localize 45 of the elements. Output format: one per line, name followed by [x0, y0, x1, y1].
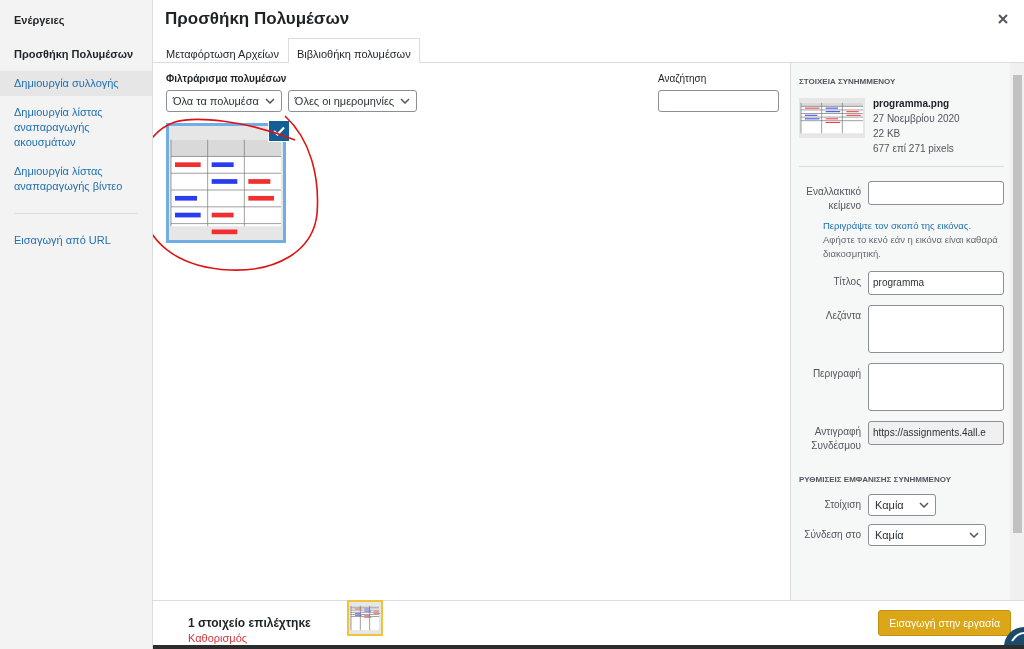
tab[interactable]: Μεταφόρτωση Αρχείων: [157, 38, 288, 63]
file-name: programma.png: [873, 98, 951, 109]
sidebar-heading: Ενέργειες: [13, 14, 66, 26]
field-label: Τίτλος: [832, 275, 861, 289]
help-text: Περιγράψτε τον σκοπό της εικόνας. Αφήστε το κενό εάν η εικόνα είναι καθαρά διακοσμητική.: [823, 219, 999, 261]
sidebar-item[interactable]: Δημιουργία λίστας αναπαραγωγής ακουσμάτων: [0, 100, 152, 155]
modal-title: Προσθήκη Πολυμέσων: [165, 9, 350, 29]
sidebar-item[interactable]: Εισαγωγή από URL: [0, 228, 152, 253]
date-select[interactable]: Όλες οι ημερομηνίες: [287, 90, 418, 112]
select-field[interactable]: Καμία: [868, 494, 936, 516]
search-label: Αναζήτηση: [658, 73, 708, 84]
selection-count: 1 στοιχείο επιλέχτηκε: [188, 616, 311, 630]
badge-icon[interactable]: [1002, 627, 1024, 645]
field-label: Εναλλακτικό κείμενο: [805, 185, 861, 213]
file-dimensions: 677 επί 271 pixels: [873, 143, 955, 154]
field-label: Στοίχιση: [823, 498, 861, 512]
sidebar-item[interactable]: Προσθήκη Πολυμέσων: [0, 42, 152, 67]
file-date: 27 Νοεμβρίου 2020: [873, 113, 960, 124]
sidebar-item[interactable]: Δημιουργία συλλογής: [0, 71, 152, 96]
chevron-icon: [969, 532, 979, 538]
field-label: Αντιγραφή Συνδέσμου: [810, 425, 861, 453]
check-icon[interactable]: [268, 120, 290, 142]
text-area[interactable]: [868, 363, 1004, 411]
scroll-bar[interactable]: [1012, 75, 1022, 533]
section-heading: ΣΤΟΙΧΕΙΑ ΣΥΝΗΜΜΕΝΟΥ: [799, 77, 897, 86]
field-label: Σύνδεση στο: [803, 528, 861, 542]
field-label: Περιγραφή: [811, 367, 861, 381]
clear-link[interactable]: Καθορισμός: [188, 632, 311, 644]
section-heading: ΡΥΘΜΙΣΕΙΣ ΕΜΦΑΝΙΣΗΣ ΣΥΝΗΜΜΕΝΟΥ: [799, 475, 953, 484]
type-select[interactable]: Όλα τα πολυμέσα: [166, 90, 282, 112]
input-field[interactable]: programma: [868, 271, 1004, 295]
input-field[interactable]: https://assignments.4all.e: [868, 421, 1004, 445]
filter-label: Φιλτράρισμα πολυμέσων: [166, 73, 288, 84]
file-size: 22 KB: [873, 128, 902, 139]
close-icon[interactable]: [998, 14, 1008, 24]
chevron-icon: [264, 98, 275, 104]
search-field[interactable]: [658, 90, 779, 112]
field-label: Λεζάντα: [824, 309, 861, 323]
chevron-icon: [400, 98, 411, 104]
chevron-icon: [919, 502, 929, 508]
text-area[interactable]: [868, 305, 1004, 353]
select-field[interactable]: Καμία: [868, 524, 986, 546]
sidebar-item[interactable]: Δημιουργία λίστας αναπαραγωγής βίντεο: [0, 159, 152, 199]
tab[interactable]: Βιβλιοθήκη πολυμέσων: [287, 38, 420, 63]
input-field[interactable]: [868, 181, 1004, 205]
